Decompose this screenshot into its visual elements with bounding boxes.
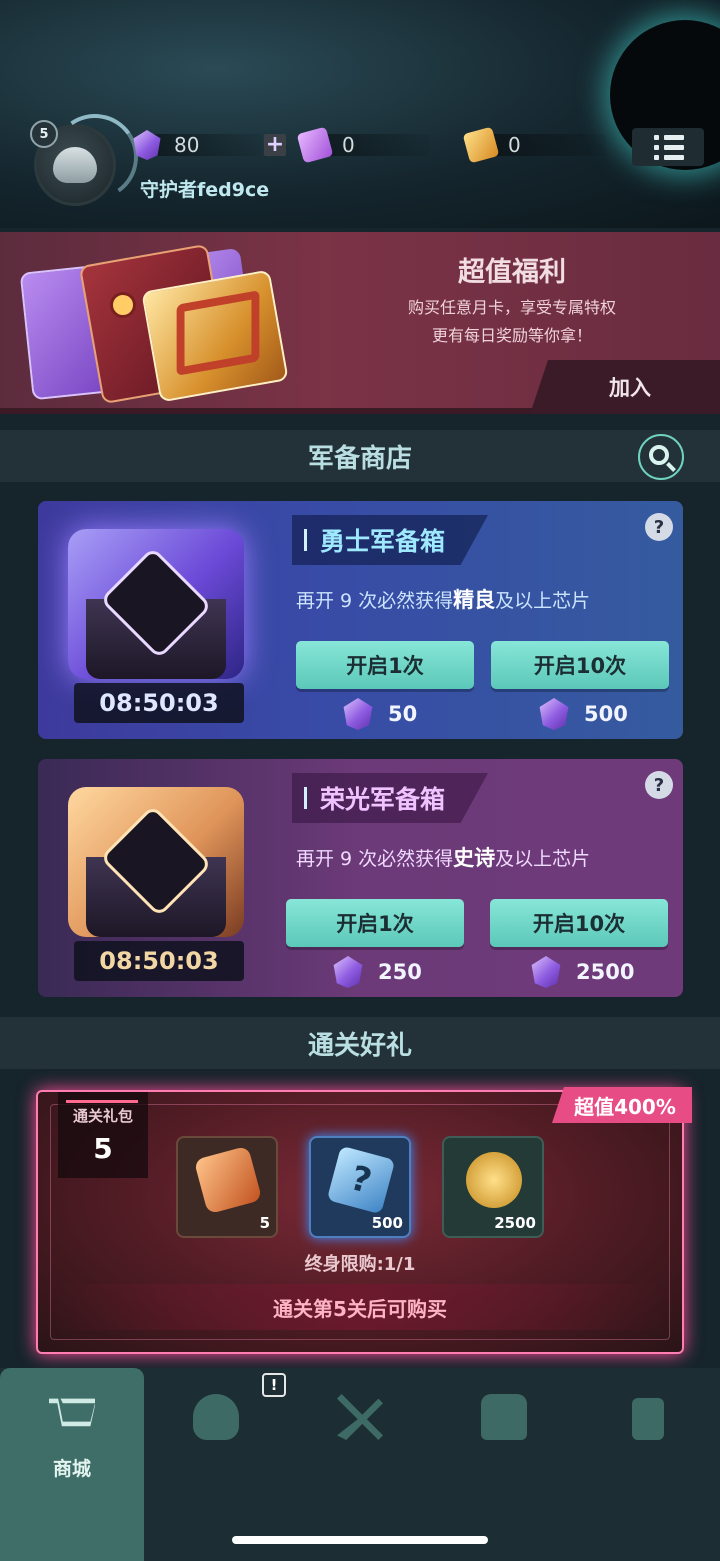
gem-counter: 80 — [132, 128, 262, 162]
crate-guarantee-text: 再开 9 次必然获得 精良 及以上芯片 — [296, 581, 590, 617]
open-once-cost: 50 — [342, 697, 417, 731]
pack-label: 通关礼包 5 — [58, 1092, 148, 1178]
help-icon[interactable]: ? — [645, 771, 673, 799]
crate-timer: 08:50:03 — [74, 941, 244, 981]
cart-icon — [49, 1398, 95, 1427]
bottom-tab-bar: 商城 — [0, 1368, 720, 1561]
purchase-limit: 终身限购:1/1 — [304, 1254, 416, 1275]
player-avatar[interactable]: 5 — [30, 107, 145, 207]
menu-icon — [654, 134, 704, 140]
unlock-requirement: 通关第5关后可购买 — [50, 1284, 670, 1330]
gem-icon — [343, 698, 373, 730]
open-ten-button[interactable]: 开启10次 — [490, 899, 668, 947]
tab-shop[interactable]: 商城 — [0, 1368, 144, 1561]
logo-icon — [176, 290, 260, 376]
reward-mystery-box[interactable]: ? 500 — [309, 1136, 411, 1238]
search-button[interactable] — [638, 434, 684, 480]
pack-number: 5 — [93, 1132, 113, 1165]
clear-bonus-section-header: 通关好礼 — [0, 1017, 720, 1069]
gold-coin-icon — [466, 1152, 522, 1208]
gold-ticket-icon — [462, 126, 500, 164]
gem-count: 80 — [174, 133, 200, 157]
tab-locked[interactable] — [576, 1368, 720, 1561]
purple-ticket-icon — [296, 126, 334, 164]
gem-icon — [539, 698, 569, 730]
reward-ticket[interactable]: 5 — [176, 1136, 278, 1238]
emblem-icon — [110, 292, 136, 318]
rarity-label: 史诗 — [453, 846, 496, 870]
gold-ticket-count: 0 — [508, 133, 521, 157]
crate-guarantee-text: 再开 9 次必然获得 史诗 及以上芯片 — [296, 839, 590, 875]
promo-title: 超值福利 — [458, 257, 566, 288]
help-icon[interactable]: ? — [645, 513, 673, 541]
alert-icon: ! — [262, 1373, 286, 1397]
search-icon — [649, 445, 669, 465]
join-button[interactable]: 加入 — [530, 360, 720, 414]
lock-icon — [632, 1398, 664, 1440]
shop-title: 军备商店 — [307, 443, 412, 474]
open-ten-cost: 2500 — [530, 955, 634, 989]
reward-gold-coin[interactable]: 2500 — [442, 1136, 544, 1238]
ticket-icon — [193, 1145, 263, 1215]
level-badge: 5 — [30, 120, 58, 148]
swords-icon — [337, 1394, 383, 1440]
promo-line-2: 更有每日奖励等你拿！ — [431, 326, 592, 345]
tab-robot[interactable] — [432, 1368, 576, 1561]
robot-icon — [481, 1394, 527, 1440]
value-tag: 超值400% — [552, 1087, 692, 1123]
helmet-icon — [193, 1394, 239, 1440]
promo-line-1: 购买任意月卡，享受专属特权 — [407, 298, 616, 317]
home-indicator[interactable] — [232, 1536, 488, 1544]
crate-name: 勇士军备箱 — [292, 515, 488, 565]
shop-section-header: 军备商店 — [0, 430, 720, 482]
gem-icon — [531, 956, 561, 988]
crate-timer: 08:50:03 — [74, 683, 244, 723]
crate-name: 荣光军备箱 — [292, 773, 488, 823]
menu-button[interactable] — [632, 128, 704, 166]
gem-icon — [333, 956, 363, 988]
tab-battle[interactable] — [288, 1368, 432, 1561]
open-once-button[interactable]: 开启1次 — [296, 641, 474, 689]
purple-ticket-counter: 0 — [296, 126, 430, 164]
mystery-box-icon: ? — [326, 1145, 396, 1215]
warrior-crate-panel: 08:50:03 勇士军备箱 ? 再开 9 次必然获得 精良 及以上芯片 开启1次 … — [38, 501, 683, 739]
open-ten-button[interactable]: 开启10次 — [491, 641, 669, 689]
glory-crate-panel: 08:50:03 荣光军备箱 ? 再开 9 次必然获得 史诗 及以上芯片 开启1次 … — [38, 759, 683, 997]
clear-bonus-title: 通关好礼 — [307, 1030, 412, 1061]
add-gems-button[interactable]: + — [264, 134, 286, 156]
player-name: 守护者fed9ce — [140, 179, 270, 201]
open-once-button[interactable]: 开启1次 — [286, 899, 464, 947]
open-ten-cost: 500 — [538, 697, 628, 731]
open-once-cost: 250 — [332, 955, 422, 989]
purple-ticket-count: 0 — [342, 133, 355, 157]
gold-ticket-counter: 0 — [462, 126, 606, 164]
rarity-label: 精良 — [453, 588, 496, 612]
